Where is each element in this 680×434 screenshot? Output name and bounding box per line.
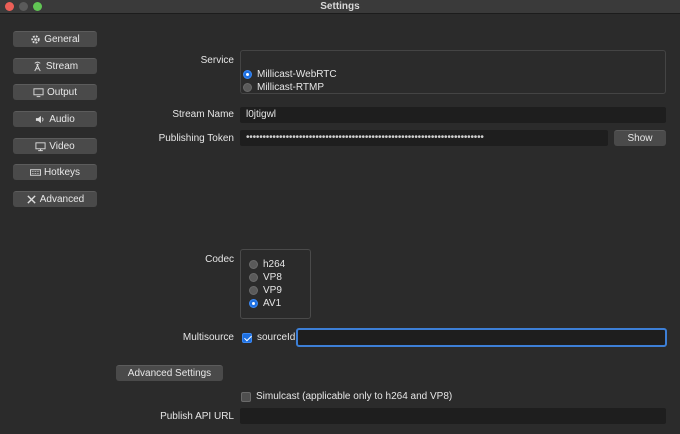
- publish-api-url-input[interactable]: [240, 408, 666, 424]
- codec-label: Codec: [205, 254, 234, 265]
- monitor-icon: [33, 88, 44, 98]
- show-token-button[interactable]: Show: [614, 130, 666, 146]
- settings-sidebar: General Stream Output Audio Video Hotkey…: [13, 31, 97, 218]
- stream-name-input[interactable]: l0jtigwl: [240, 107, 666, 123]
- radio-button[interactable]: [249, 273, 258, 282]
- codec-option-vp8[interactable]: VP8: [249, 272, 282, 283]
- speaker-icon: [36, 115, 44, 124]
- sidebar-item-output[interactable]: Output: [13, 84, 97, 101]
- service-option-webrtc[interactable]: Millicast-WebRTC: [243, 69, 337, 80]
- sourceid-input[interactable]: [296, 328, 667, 347]
- advanced-settings-button[interactable]: Advanced Settings: [116, 365, 223, 381]
- sidebar-item-label: Advanced: [39, 194, 85, 206]
- stream-name-label: Stream Name: [172, 109, 234, 120]
- simulcast-checkbox-label: Simulcast (applicable only to h264 and V…: [256, 391, 453, 402]
- codec-option-label: VP9: [263, 285, 282, 296]
- sidebar-item-label: Output: [46, 87, 78, 99]
- sidebar-item-label: General: [44, 34, 80, 45]
- sidebar-item-video[interactable]: Video: [13, 137, 97, 154]
- sidebar-item-hotkeys[interactable]: Hotkeys: [13, 164, 97, 181]
- codec-option-vp9[interactable]: VP9: [249, 285, 282, 296]
- display-icon: [35, 142, 46, 151]
- codec-option-label: VP8: [263, 272, 282, 283]
- tools-icon: [27, 195, 36, 204]
- publish-api-url-label: Publish API URL: [160, 411, 234, 422]
- publishing-token-label: Publishing Token: [158, 133, 234, 144]
- codec-option-h264[interactable]: h264: [249, 259, 285, 270]
- publishing-token-input[interactable]: ••••••••••••••••••••••••••••••••••••••••…: [240, 130, 608, 146]
- sidebar-item-general[interactable]: General: [13, 31, 97, 47]
- service-option-label: Millicast-WebRTC: [257, 69, 337, 80]
- codec-option-label: AV1: [263, 298, 282, 309]
- service-label: Service: [200, 55, 234, 66]
- radio-button[interactable]: [249, 286, 258, 295]
- sidebar-item-label: Video: [49, 140, 75, 152]
- radio-button[interactable]: [249, 260, 258, 269]
- codec-option-label: h264: [263, 259, 286, 270]
- sourceid-checkbox-row[interactable]: sourceId: [242, 332, 295, 343]
- sidebar-item-label: Hotkeys: [43, 167, 81, 179]
- radio-button[interactable]: [243, 70, 252, 79]
- sidebar-item-stream[interactable]: Stream: [13, 57, 97, 74]
- simulcast-checkbox-row[interactable]: Simulcast (applicable only to h264 and V…: [241, 391, 452, 402]
- multisource-label: Multisource: [182, 332, 234, 343]
- sidebar-item-advanced[interactable]: Advanced: [13, 191, 97, 208]
- antenna-icon: [34, 61, 41, 71]
- radio-button[interactable]: [243, 83, 252, 92]
- window-title: Settings: [320, 1, 360, 12]
- codec-option-av1[interactable]: AV1: [249, 298, 281, 309]
- service-option-label: Millicast-RTMP: [257, 82, 325, 93]
- service-option-rtmp[interactable]: Millicast-RTMP: [243, 82, 324, 93]
- title-bar: Settings: [0, 0, 680, 14]
- keyboard-icon: [29, 169, 41, 177]
- sidebar-item-label: Stream: [45, 60, 79, 72]
- radio-button[interactable]: [249, 299, 258, 308]
- sourceid-checkbox[interactable]: [242, 332, 252, 343]
- sourceid-checkbox-label: sourceId: [257, 332, 296, 343]
- sidebar-item-label: Audio: [49, 114, 75, 126]
- simulcast-checkbox[interactable]: [241, 391, 251, 402]
- sidebar-item-audio[interactable]: Audio: [13, 111, 97, 128]
- gear-icon: [31, 35, 40, 44]
